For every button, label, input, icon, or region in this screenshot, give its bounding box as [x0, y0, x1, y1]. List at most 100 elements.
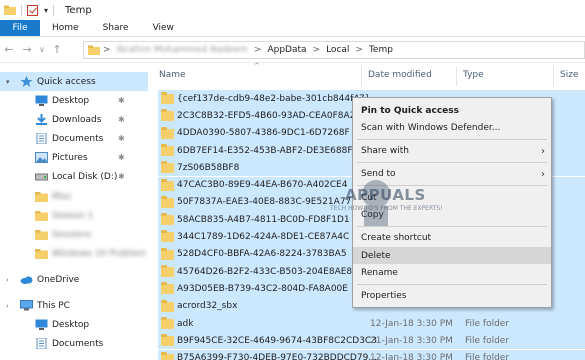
file-date: 21-Jan-18 3:30 PM — [370, 335, 453, 346]
column-type[interactable]: Type — [463, 70, 484, 80]
pictures-icon — [35, 152, 48, 163]
expand-arrow-icon[interactable]: ▾ — [6, 78, 10, 86]
file-name: 45764D26-B2F2-433C-B503-204E8AE8 — [177, 266, 353, 277]
sidebar-item-desktop[interactable]: Desktop — [0, 315, 148, 334]
folder-icon — [161, 334, 174, 347]
folder-icon — [88, 45, 100, 55]
tab-file[interactable]: File — [0, 20, 40, 36]
back-arrow-icon[interactable]: ← — [0, 43, 18, 56]
sidebar-item-label: Season 1 — [52, 210, 94, 221]
tab-view[interactable]: View — [141, 20, 186, 36]
menu-separator — [357, 138, 547, 140]
tab-home[interactable]: Home — [40, 20, 91, 36]
desktop-icon — [35, 319, 48, 330]
file-type: File folder — [465, 318, 510, 329]
file-row[interactable]: B75A6399-F730-4DEB-97E0-732BDDCD79... 12-… — [158, 349, 585, 360]
title-bar: ▾ Temp — [0, 0, 585, 20]
sidebar-item-onedrive[interactable]: › OneDrive — [0, 270, 148, 289]
file-row[interactable]: B9F945CE-32CE-4649-9674-43BF8C2CD3C3 21-J… — [158, 332, 585, 350]
folder-icon — [161, 109, 174, 122]
sidebar-item-downloads[interactable]: Downloads ✱ — [0, 110, 148, 129]
column-divider[interactable] — [456, 66, 457, 86]
file-name: acrord32_sbx — [177, 301, 238, 312]
sidebar-item-desktop[interactable]: Desktop ✱ — [0, 91, 148, 110]
folder-icon — [161, 299, 174, 312]
column-name[interactable]: Name — [159, 70, 186, 80]
sidebar-item-label: Desktop — [52, 95, 90, 106]
drive-icon — [35, 171, 48, 182]
sidebar-item-this-pc[interactable]: › This PC — [0, 296, 148, 315]
pin-icon[interactable]: ✱ — [118, 115, 125, 124]
sidebar-item-pictures[interactable]: Pictures ✱ — [0, 148, 148, 167]
sidebar-item-local-disk-d[interactable]: Local Disk (D:) ✱ — [0, 167, 148, 186]
file-name: 344C1789-1D62-424A-8DE1-CE87A4C — [177, 232, 350, 243]
column-date-modified[interactable]: Date modified — [368, 70, 432, 80]
tab-share[interactable]: Share — [91, 20, 141, 36]
column-divider[interactable] — [361, 66, 362, 86]
menu-item-pin-to-quick-access[interactable]: Pin to Quick access — [353, 102, 551, 119]
column-header: ^ Name Date modified Type Size — [151, 62, 585, 88]
forward-arrow-icon[interactable]: → — [18, 43, 36, 56]
download-icon — [35, 114, 48, 125]
folder-icon — [161, 195, 174, 208]
file-name: B75A6399-F730-4DEB-97E0-732BDDCD79... — [177, 353, 377, 360]
file-name: B9F945CE-32CE-4649-9674-43BF8C2CD3C3 — [177, 335, 377, 346]
sidebar-item-label: This PC — [37, 300, 70, 311]
menu-item-properties[interactable]: Properties — [353, 288, 551, 305]
column-divider[interactable] — [553, 66, 554, 86]
properties-quick-icon[interactable] — [27, 4, 38, 16]
file-name: 50F7837A-EAE3-40E8-883C-9E521A77 — [177, 197, 352, 208]
recent-locations-icon[interactable]: ∨ — [36, 45, 48, 54]
menu-item-label: Create shortcut — [361, 233, 432, 244]
folder-icon — [161, 126, 174, 139]
menu-item-delete[interactable]: Delete — [353, 247, 551, 265]
menu-item-scan-with-windows-defender[interactable]: Scan with Windows Defender... — [353, 119, 551, 136]
menu-item-share-with[interactable]: Share with › — [353, 143, 551, 160]
sidebar-item-windows-10-problem[interactable]: Windows 10 Problem — [0, 244, 148, 263]
sidebar-item-misc[interactable]: Misc — [0, 187, 148, 206]
title-separator — [21, 4, 22, 16]
folder-icon — [35, 248, 48, 259]
address-bar[interactable]: > Ibrahim Mohammed Nadeem > AppData > Lo… — [83, 41, 585, 59]
documents-icon — [35, 132, 48, 145]
sidebar-item-documents[interactable]: Documents ✱ — [0, 129, 148, 148]
menu-item-rename[interactable]: Rename — [353, 264, 551, 281]
menu-item-label: Delete — [361, 250, 391, 261]
breadcrumb-temp[interactable]: Temp — [369, 45, 393, 55]
up-arrow-icon[interactable]: ↑ — [48, 43, 66, 56]
pin-icon[interactable]: ✱ — [118, 96, 125, 105]
sidebar-item-quick-access[interactable]: ▾ Quick access — [0, 72, 148, 91]
sidebar-item-documents[interactable]: Documents — [0, 334, 148, 353]
sort-ascending-icon: ^ — [254, 62, 260, 70]
sidebar-item-sessions[interactable]: Sessions — [0, 225, 148, 244]
navigation-pane: ▾ Quick access Desktop ✱ Downloads ✱ Documents… — [0, 63, 148, 360]
sidebar-item-label: Quick access — [37, 76, 96, 87]
breadcrumb-appdata[interactable]: AppData — [267, 45, 306, 55]
file-type: File folder — [465, 335, 510, 346]
sidebar-item-label: Documents — [52, 338, 104, 349]
menu-separator — [357, 161, 547, 163]
menu-item-label: Share with — [361, 146, 409, 157]
desktop-icon — [35, 95, 48, 106]
breadcrumb-user[interactable]: Ibrahim Mohammed Nadeem — [117, 45, 248, 55]
cloud-icon — [20, 274, 33, 285]
sidebar-item-label: Windows 10 Problem — [52, 248, 147, 259]
file-name: 4DDA0390-5807-4386-9DC1-6D7268F — [177, 128, 350, 139]
collapse-arrow-icon[interactable]: › — [6, 276, 9, 284]
customize-toolbar-icon[interactable]: ▾ — [44, 6, 48, 15]
folder-icon — [161, 161, 174, 174]
file-name: 528D4CF0-BBFA-42A6-8224-3783BA5 — [177, 249, 347, 260]
folder-icon — [161, 351, 174, 360]
pin-icon[interactable]: ✱ — [118, 153, 125, 162]
pin-icon[interactable]: ✱ — [118, 172, 125, 181]
breadcrumb-local[interactable]: Local — [326, 45, 349, 55]
menu-item-create-shortcut[interactable]: Create shortcut — [353, 230, 551, 247]
file-row[interactable]: adk 12-Jan-18 3:30 PM File folder — [158, 314, 585, 333]
pin-icon[interactable]: ✱ — [118, 134, 125, 143]
collapse-arrow-icon[interactable]: › — [6, 302, 9, 310]
column-size[interactable]: Size — [560, 70, 578, 80]
menu-item-label: Pin to Quick access — [361, 105, 459, 116]
ribbon-tabs: File Home Share View — [0, 20, 585, 37]
file-type: File folder — [465, 353, 510, 360]
sidebar-item-season-1[interactable]: Season 1 — [0, 206, 148, 225]
